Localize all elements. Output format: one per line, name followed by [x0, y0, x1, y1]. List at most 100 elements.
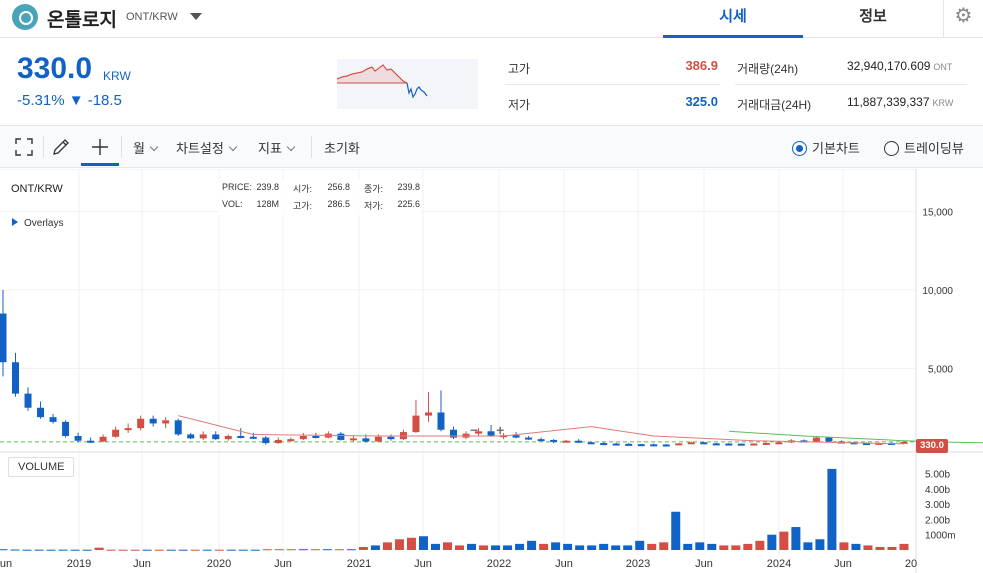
reset-button[interactable]: 초기화	[324, 138, 360, 157]
candle-body	[737, 443, 745, 446]
volume-tick-label: 2.00b	[925, 515, 950, 526]
candle-body	[687, 442, 695, 445]
volume-bar	[491, 545, 501, 550]
candle-body	[137, 418, 145, 429]
ohlc-close: 239.8	[397, 182, 420, 192]
volume-bar	[755, 540, 765, 550]
fullscreen-icon[interactable]	[13, 136, 35, 158]
zoom-out-button[interactable]: −	[470, 422, 478, 438]
candle-body	[625, 443, 633, 446]
x-tick-label: Jun	[555, 558, 573, 570]
coin-dropdown-icon[interactable]	[190, 13, 202, 20]
ohlc-open-label: 시가:	[293, 184, 313, 194]
x-tick-label: 2019	[67, 558, 91, 570]
play-icon	[12, 218, 18, 226]
volume-bar	[430, 543, 440, 550]
ohlc-low: 225.6	[397, 199, 420, 209]
volume-bar	[527, 540, 537, 550]
volume-bar	[226, 549, 236, 551]
gear-icon[interactable]: ⚙	[943, 0, 983, 38]
ohlc-open: 256.8	[327, 182, 350, 192]
ohlc-price-label: PRICE:	[222, 182, 253, 192]
chevron-down-icon	[286, 142, 296, 152]
crosshair-icon[interactable]	[89, 136, 111, 158]
candle-body	[12, 362, 20, 394]
volume-bar	[827, 468, 837, 550]
volume-bar	[166, 549, 176, 551]
volume-bar	[442, 542, 452, 550]
low-label: 저가	[508, 98, 531, 112]
pencil-icon[interactable]	[50, 136, 72, 158]
candle-body	[24, 393, 32, 408]
candle-body	[587, 442, 595, 445]
zoom-in-button[interactable]: +	[496, 422, 504, 438]
volume-bar	[154, 549, 164, 551]
volume-bar	[671, 511, 681, 550]
volume-bar	[406, 537, 416, 550]
candle-body	[775, 442, 783, 445]
candle-body	[99, 436, 107, 442]
tab-info[interactable]: 정보	[803, 0, 943, 38]
divider	[735, 84, 967, 85]
tab-price[interactable]: 시세	[663, 0, 803, 38]
candle-body	[337, 433, 345, 440]
candle-body	[287, 439, 295, 442]
volume-bar	[719, 545, 729, 550]
divider	[121, 136, 122, 158]
divider	[505, 84, 720, 85]
volume-bar	[418, 536, 428, 550]
volume-tick-label: 5.00b	[925, 470, 950, 481]
ohlc-high-label: 고가:	[293, 201, 313, 211]
candle-body	[187, 434, 195, 439]
volume-bar	[479, 545, 489, 550]
candle-body	[750, 443, 758, 446]
volume-bar	[539, 543, 549, 550]
volume-bar	[887, 546, 897, 550]
volume-bar	[695, 542, 705, 550]
chart-symbol: ONT/KRW	[11, 183, 63, 195]
x-tick-label: Jun	[133, 558, 151, 570]
ohlc-vol-label: VOL:	[222, 199, 243, 209]
candle-body	[212, 434, 220, 440]
high-value: 386.9	[685, 58, 718, 73]
volume-24h-label: 거래량(24h)	[737, 62, 799, 76]
volume-bar	[767, 534, 777, 550]
x-tick-label: Jun	[414, 558, 432, 570]
candle-body	[124, 428, 132, 431]
price-change: -5.31% ▼ -18.5	[17, 92, 122, 109]
chart-canvas[interactable]: un 2019 Jun 2020 Jun 2021 Jun 2022 Jun 2023 Jun 202…	[0, 169, 983, 573]
chart-settings-button[interactable]: 차트설정	[176, 138, 238, 157]
candle-body	[424, 412, 432, 416]
overlays-button[interactable]: Overlays	[12, 218, 63, 229]
candle-body	[437, 412, 445, 430]
candle-body	[600, 443, 608, 446]
basic-chart-radio[interactable]: 기본차트	[792, 138, 860, 157]
chevron-down-icon	[228, 142, 238, 152]
volume-bar	[587, 545, 597, 550]
volume-bar	[118, 549, 128, 551]
price-chart[interactable]: un 2019 Jun 2020 Jun 2021 Jun 2022 Jun 2023 Jun 202…	[0, 169, 983, 573]
mini-price-chart	[337, 59, 478, 109]
candle-body	[87, 440, 95, 443]
tradingview-radio[interactable]: 트레이딩뷰	[884, 138, 964, 157]
candle-body	[49, 417, 57, 422]
volume-bar	[130, 549, 140, 551]
volume-label: VOLUME	[8, 457, 75, 477]
candle-body	[362, 438, 370, 442]
y-tick-label: 5,000	[928, 365, 953, 376]
volume-bar	[563, 543, 573, 550]
volume-bar	[743, 543, 753, 550]
candle-body	[825, 437, 833, 442]
price-unit: KRW	[103, 69, 131, 83]
period-select[interactable]: 월	[133, 138, 159, 157]
x-tick-label: un	[0, 558, 12, 570]
candle-body	[550, 439, 558, 442]
volume-bar	[298, 549, 308, 551]
ohlc-readout: PRICE: 239.8 VOL: 128M 시가: 256.8 고가: 286…	[218, 179, 421, 215]
indicators-button[interactable]: 지표	[258, 138, 296, 157]
volume-tick-label: 1000m	[925, 531, 956, 542]
volume-bar	[551, 542, 561, 550]
top-header: 온톨로지 ONT/KRW 시세 정보 ⚙	[0, 0, 983, 38]
volume-bar	[178, 549, 188, 551]
candle-body	[562, 440, 570, 443]
